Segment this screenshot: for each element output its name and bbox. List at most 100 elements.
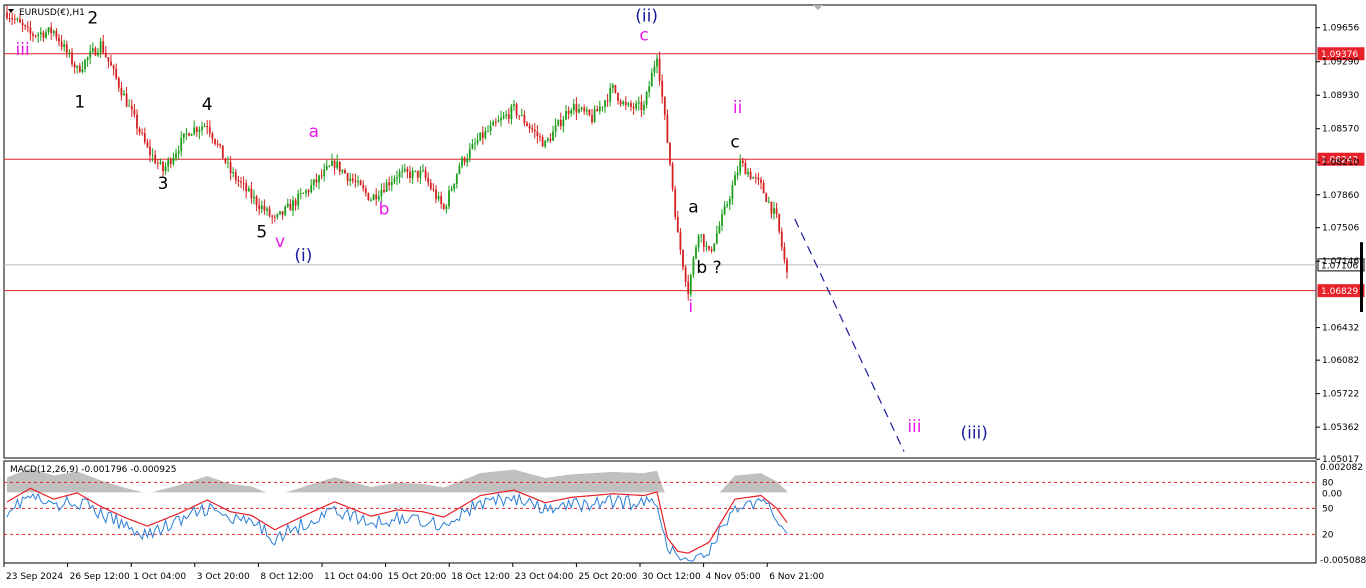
- candle-body: [448, 190, 450, 207]
- candle-body: [224, 158, 227, 163]
- time-tick-label: 30 Oct 12:00: [642, 572, 701, 582]
- wave-label: iii: [16, 40, 30, 60]
- candle-body: [487, 130, 489, 132]
- price-tick-label: 1.05722: [1322, 390, 1359, 400]
- price-tick-label: 1.08570: [1322, 125, 1359, 135]
- candle-body: [773, 208, 775, 214]
- candle-body: [440, 195, 443, 205]
- candle-body: [559, 119, 562, 127]
- candle-body: [552, 131, 554, 141]
- candle-body: [16, 18, 19, 20]
- projection-line[interactable]: [794, 218, 905, 452]
- price-tick-label: 1.07860: [1322, 191, 1359, 201]
- candle-body: [351, 178, 354, 181]
- candle-body: [180, 137, 183, 152]
- candle-body: [315, 179, 318, 183]
- macd-min-label: -0.005088: [1320, 556, 1366, 566]
- macd-panel: 80 50 20 0.00 0.002082 -0.005088: [4, 463, 1366, 566]
- time-tick-label: 3 Oct 20:00: [197, 572, 250, 582]
- candle-body: [312, 179, 315, 186]
- candle-body: [630, 103, 632, 107]
- candle-body: [736, 172, 739, 176]
- candle-body: [146, 141, 149, 147]
- candle-body: [198, 129, 201, 132]
- candle-body: [253, 196, 255, 199]
- candle-body: [357, 180, 359, 183]
- candle-body: [203, 126, 206, 127]
- candle-body: [622, 101, 625, 105]
- candle-body: [47, 27, 50, 33]
- price-tick-label: 1.07506: [1322, 224, 1359, 234]
- candle-body: [149, 146, 151, 155]
- candle-body: [676, 216, 679, 233]
- candle-body: [367, 192, 370, 201]
- price-chart[interactable]: 1.093761.082421.068291.07106 iii21 43ab5 v…: [0, 0, 1366, 588]
- candle-body: [323, 169, 326, 177]
- candle-body: [333, 160, 336, 168]
- candle-body: [104, 52, 107, 58]
- candle-body: [71, 52, 73, 65]
- wave-label: ii: [733, 98, 742, 118]
- candle-body: [39, 32, 42, 35]
- level-price-label: 1.06829: [1321, 287, 1358, 297]
- candle-body: [325, 166, 328, 170]
- candle-body: [513, 104, 515, 107]
- candle-body: [702, 234, 705, 247]
- candle-body: [305, 190, 307, 193]
- candle-body: [640, 102, 643, 111]
- candle-body: [541, 136, 544, 147]
- time-tick-label: 23 Oct 04:00: [515, 572, 574, 582]
- wave-label: 3: [158, 174, 169, 194]
- candle-body: [539, 136, 541, 137]
- projection-dashed-line[interactable]: [794, 218, 905, 452]
- candle-body: [435, 189, 437, 200]
- candle-body: [606, 100, 609, 102]
- candle-body: [507, 114, 510, 119]
- candle-body: [336, 161, 339, 168]
- candle-body: [130, 105, 133, 110]
- candle-body: [125, 93, 128, 107]
- candle-body: [518, 115, 521, 117]
- candle-body: [481, 132, 484, 138]
- candle-body: [705, 246, 708, 247]
- candle-body: [692, 258, 695, 275]
- candle-body: [666, 114, 669, 143]
- candle-body: [390, 181, 393, 186]
- candle-body: [658, 58, 661, 81]
- candle-body: [492, 121, 495, 126]
- candle-body: [583, 107, 586, 112]
- candle-body: [526, 123, 528, 126]
- candle-body: [476, 140, 479, 144]
- zero-label: 0.00: [1322, 489, 1342, 499]
- candle-body: [60, 41, 63, 48]
- candle-body: [107, 57, 110, 62]
- candle-body: [349, 178, 352, 181]
- candle-body: [734, 175, 736, 186]
- candle-body: [601, 106, 604, 108]
- candle-body: [266, 208, 268, 211]
- horizontal-levels[interactable]: 1.093761.082421.068291.07106: [4, 47, 1365, 312]
- macd-max-label: 0.002082: [1320, 463, 1363, 473]
- candle-body: [307, 190, 310, 192]
- candle-body: [453, 183, 456, 190]
- candle-body: [354, 180, 357, 183]
- candle-body: [648, 86, 651, 93]
- candle-body: [398, 172, 401, 178]
- candle-body: [143, 133, 146, 142]
- wave-label: 5: [256, 223, 267, 243]
- candle-body: [99, 41, 102, 53]
- candle-body: [689, 274, 692, 295]
- candle-body: [32, 33, 34, 36]
- candle-body: [718, 225, 721, 233]
- candle-body: [401, 170, 404, 173]
- candle-body: [479, 132, 482, 141]
- candle-body: [380, 189, 383, 197]
- candle-body: [154, 154, 157, 164]
- candle-body: [721, 214, 723, 226]
- scroll-marker-icon[interactable]: [813, 5, 823, 10]
- time-tick-label: 25 Oct 20:00: [578, 572, 637, 582]
- candle-body: [575, 104, 578, 113]
- candle-body: [744, 163, 747, 175]
- candle-body: [385, 182, 388, 192]
- candlestick-series[interactable]: [6, 5, 788, 301]
